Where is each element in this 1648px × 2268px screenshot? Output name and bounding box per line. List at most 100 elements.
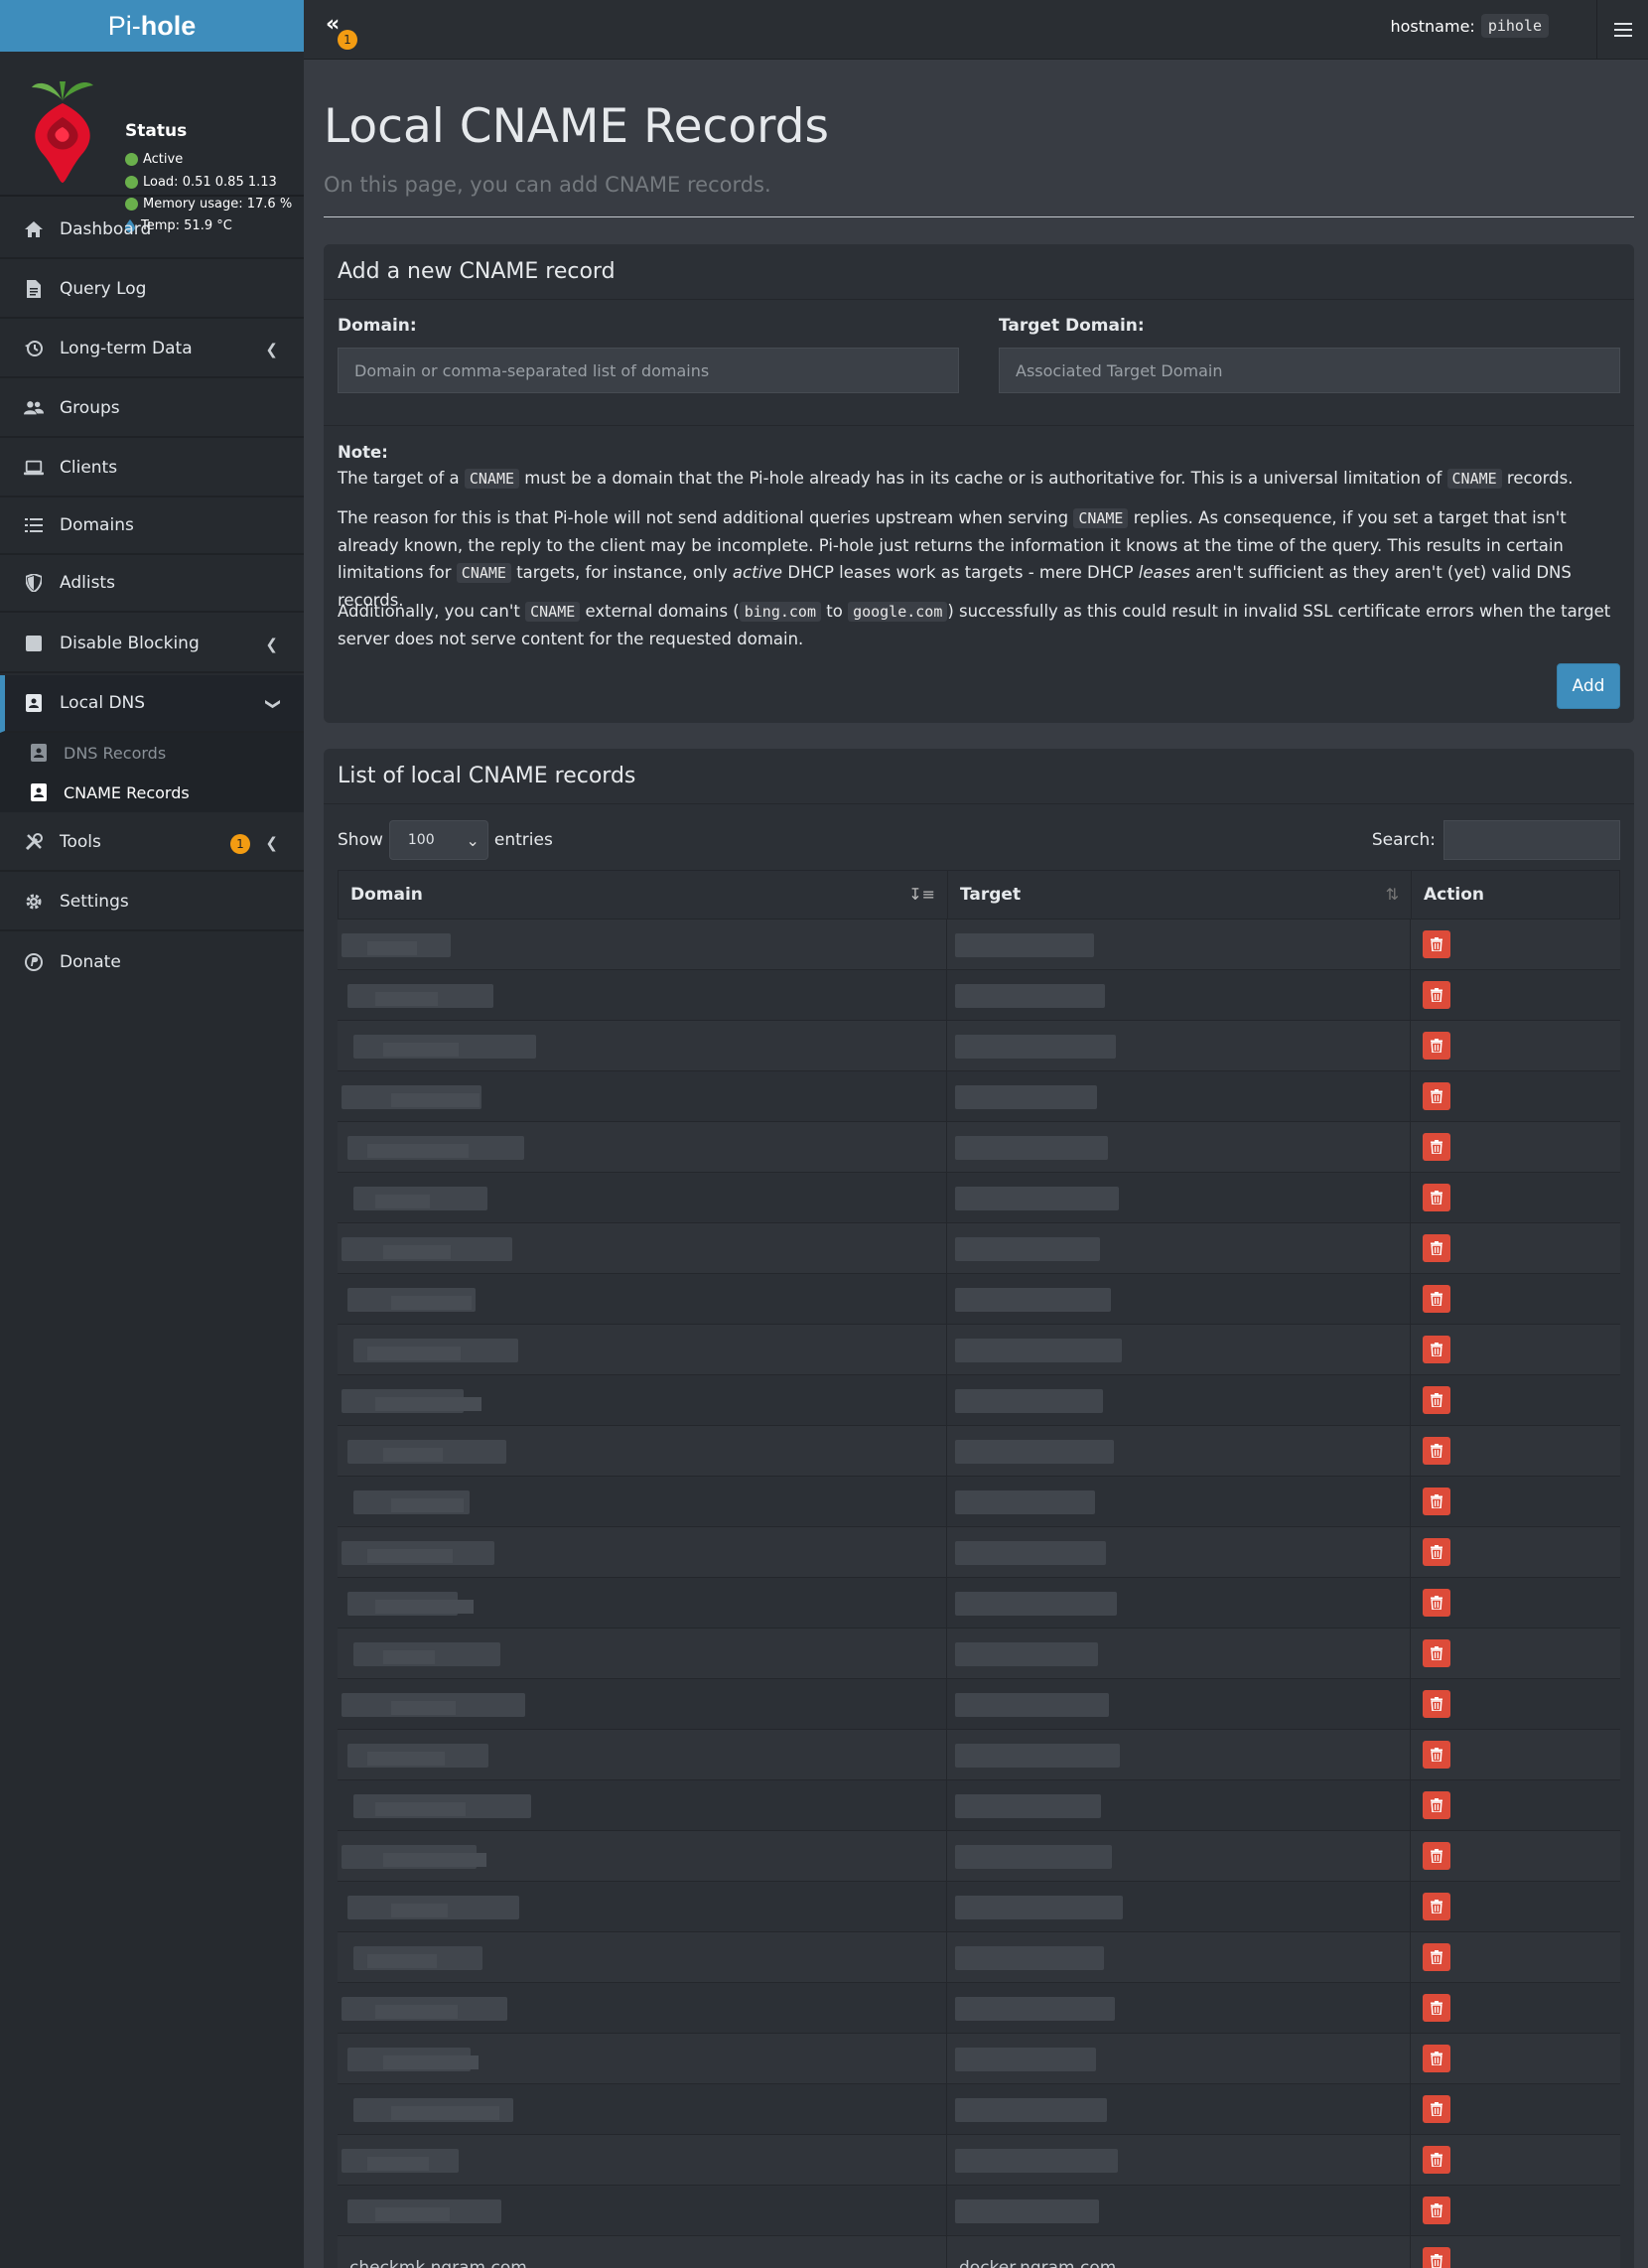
delete-button[interactable] xyxy=(1423,1791,1450,1819)
redacted-target xyxy=(955,1592,1117,1616)
redacted-target xyxy=(955,1085,1097,1109)
sidebar-item-label: Disable Blocking xyxy=(60,634,200,653)
domain-input[interactable] xyxy=(338,348,959,393)
delete-button[interactable] xyxy=(1423,1133,1450,1161)
column-header-action: Action xyxy=(1412,871,1619,919)
redacted-domain xyxy=(375,1195,430,1208)
trash-icon xyxy=(1431,2203,1442,2217)
delete-button[interactable] xyxy=(1423,1538,1450,1566)
page-length-select[interactable]: 100 ⌄ xyxy=(388,820,488,860)
table-row xyxy=(338,1679,1620,1730)
sidebar-item-tools[interactable]: Tools 1 ❮ xyxy=(0,814,304,872)
target-cell xyxy=(947,1527,1411,1578)
action-cell xyxy=(1411,1882,1618,1932)
delete-button[interactable] xyxy=(1423,1842,1450,1870)
delete-button[interactable] xyxy=(1423,1184,1450,1211)
delete-button[interactable] xyxy=(1423,2197,1450,2224)
domain-cell xyxy=(338,1527,947,1578)
table-row xyxy=(338,1426,1620,1477)
target-cell xyxy=(947,2084,1411,2135)
brand-logo-text[interactable]: Pi-hole xyxy=(0,0,304,52)
trash-icon xyxy=(1431,1241,1442,1255)
delete-button[interactable] xyxy=(1423,1336,1450,1363)
sidebar-item-local-dns[interactable]: Local DNS ❮ xyxy=(0,675,304,733)
menu-hamburger-icon[interactable] xyxy=(1596,0,1648,60)
delete-button[interactable] xyxy=(1423,2095,1450,2123)
action-cell xyxy=(1411,1932,1618,1983)
delete-button[interactable] xyxy=(1423,1285,1450,1313)
action-cell xyxy=(1411,1375,1618,1426)
column-header-target[interactable]: Target ⇅ xyxy=(948,871,1412,919)
domain-label: Domain: xyxy=(338,316,417,336)
domain-cell xyxy=(338,2135,947,2186)
delete-button[interactable] xyxy=(1423,1437,1450,1465)
trash-icon xyxy=(1431,1545,1442,1559)
redacted-domain xyxy=(391,1296,472,1310)
delete-button[interactable] xyxy=(1423,2045,1450,2072)
domain-cell xyxy=(338,920,947,970)
sidebar-item-groups[interactable]: Groups xyxy=(0,380,304,438)
sidebar-item-donate[interactable]: Donate xyxy=(0,933,304,991)
delete-button[interactable] xyxy=(1423,2146,1450,2174)
redacted-domain xyxy=(383,1448,443,1462)
action-cell xyxy=(1411,1325,1618,1375)
delete-button[interactable] xyxy=(1423,1639,1450,1667)
delete-button[interactable] xyxy=(1423,1386,1450,1414)
domain-cell xyxy=(338,1426,947,1477)
trash-icon xyxy=(1431,1089,1442,1103)
action-cell xyxy=(1411,1578,1618,1629)
delete-button[interactable] xyxy=(1423,1741,1450,1769)
status-dot-icon xyxy=(125,153,138,166)
redacted-target xyxy=(955,2199,1099,2223)
tools-badge: 1 xyxy=(230,834,250,854)
sidebar-item-long-term-data[interactable]: Long-term Data ❮ xyxy=(0,321,304,378)
sidebar-item-domains[interactable]: Domains xyxy=(0,497,304,555)
action-cell xyxy=(1411,1831,1618,1882)
delete-button[interactable] xyxy=(1423,1943,1450,1971)
trash-icon xyxy=(1431,1393,1442,1407)
domain-cell xyxy=(338,1122,947,1173)
delete-button[interactable] xyxy=(1423,930,1450,958)
delete-button[interactable] xyxy=(1423,2247,1450,2268)
column-header-domain[interactable]: Domain ↧≡ xyxy=(339,871,948,919)
sidebar-item-label: Donate xyxy=(60,952,121,972)
target-domain-input[interactable] xyxy=(999,348,1620,393)
sidebar-item-adlists[interactable]: Adlists xyxy=(0,555,304,613)
delete-button[interactable] xyxy=(1423,1589,1450,1617)
chevron-left-icon: ❮ xyxy=(265,834,278,852)
sidebar-item-disable-blocking[interactable]: Disable Blocking ❮ xyxy=(0,616,304,673)
table-row xyxy=(338,1071,1620,1122)
trash-icon xyxy=(1431,1596,1442,1610)
sidebar-item-dashboard[interactable]: Dashboard xyxy=(0,202,304,259)
delete-button[interactable] xyxy=(1423,1893,1450,1920)
sidebar-subitem-dns-records[interactable]: DNS Records xyxy=(0,733,304,773)
redacted-domain xyxy=(367,1347,461,1360)
sidebar-item-clients[interactable]: Clients xyxy=(0,440,304,497)
delete-button[interactable] xyxy=(1423,981,1450,1009)
redacted-domain xyxy=(367,941,417,955)
stop-icon xyxy=(24,634,44,653)
sidebar-item-settings[interactable]: Settings xyxy=(0,874,304,931)
redacted-domain xyxy=(367,1549,453,1563)
trash-icon xyxy=(1431,2001,1442,2015)
redacted-domain xyxy=(375,2005,458,2019)
trash-icon xyxy=(1431,1039,1442,1053)
delete-button[interactable] xyxy=(1423,1032,1450,1060)
delete-button[interactable] xyxy=(1423,1234,1450,1262)
status-panel: Status Active Load: 0.51 0.85 1.13 Memor… xyxy=(0,52,304,233)
action-cell xyxy=(1411,1021,1618,1071)
delete-button[interactable] xyxy=(1423,1690,1450,1718)
trash-icon xyxy=(1431,1748,1442,1762)
table-row xyxy=(338,1882,1620,1932)
sort-icon: ⇅ xyxy=(1385,885,1399,904)
add-button[interactable]: Add xyxy=(1557,663,1620,709)
search-input[interactable] xyxy=(1443,820,1620,860)
sidebar-item-query-log[interactable]: Query Log xyxy=(0,261,304,319)
note-code: CNAME xyxy=(464,469,520,489)
collapse-sidebar-icon[interactable]: « xyxy=(326,12,340,37)
sidebar-subitem-cname-records[interactable]: CNAME Records xyxy=(0,773,304,812)
delete-button[interactable] xyxy=(1423,1488,1450,1515)
delete-button[interactable] xyxy=(1423,1082,1450,1110)
delete-button[interactable] xyxy=(1423,1994,1450,2022)
table-row xyxy=(338,1932,1620,1983)
